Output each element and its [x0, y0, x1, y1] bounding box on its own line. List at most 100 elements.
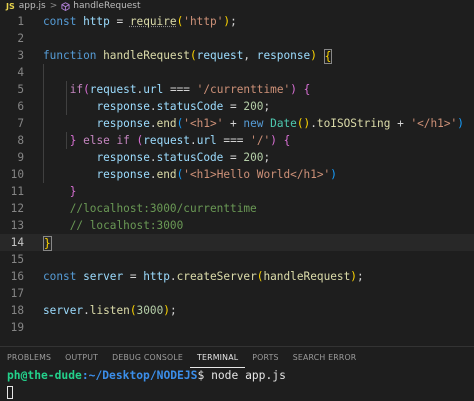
breadcrumb-symbol[interactable]: handleRequest [73, 0, 140, 13]
code-token: ; [356, 270, 364, 283]
code-token: ( [83, 83, 90, 96]
code-line[interactable]: 14} [0, 234, 474, 251]
code-token: if [69, 83, 84, 96]
tab-output[interactable]: OUTPUT [58, 348, 105, 368]
code-token: ( [189, 49, 197, 62]
code-text: response.statusCode = 200; [43, 98, 270, 115]
code-line[interactable]: 6 response.statusCode = 200; [0, 98, 474, 115]
code-token: } [69, 185, 77, 198]
code-token: response [96, 168, 150, 181]
code-line[interactable]: 1 const http = require('http'); [0, 13, 474, 30]
code-line[interactable]: 18 server.listen(3000); [0, 302, 474, 319]
code-token: response [96, 117, 150, 130]
terminal-command: node app.js [211, 369, 286, 382]
prompt-path: ~/Desktop/NODEJS [88, 369, 198, 382]
code-token: request [143, 134, 190, 147]
code-token: . [149, 168, 157, 181]
code-token: handleRequest [103, 49, 190, 62]
code-line[interactable]: 16 const server = http.createServer(handl… [0, 268, 474, 285]
line-number: 16 [10, 270, 24, 283]
code-token: request [196, 49, 244, 62]
terminal[interactable]: ph@the-dude:~/Desktop/NODEJS$ node app.j… [0, 368, 474, 401]
code-line[interactable]: 3 function handleRequest(request, respons… [0, 47, 474, 64]
code-editor[interactable]: 1 const http = require('http'); 2 3 function… [0, 13, 474, 340]
code-text: const server = http.createServer(handleR… [43, 268, 364, 285]
code-token: ; [230, 15, 237, 28]
code-text: function handleRequest(request, response… [43, 47, 333, 64]
code-token: 200 [243, 151, 264, 164]
tab-debug-console[interactable]: DEBUG CONSOLE [105, 348, 190, 368]
code-token: server [43, 304, 84, 317]
function-cube-icon [61, 2, 70, 11]
code-token: toISOString [316, 117, 391, 130]
code-line[interactable]: 2 [0, 30, 474, 47]
line-number: 12 [10, 202, 24, 215]
line-number: 14 [10, 236, 24, 249]
code-token: = [123, 270, 144, 283]
code-line[interactable]: 12 //localhost:3000/currenttime [0, 200, 474, 217]
code-line[interactable]: 9 response.statusCode = 200; [0, 149, 474, 166]
code-token: new [243, 117, 271, 130]
code-token: === [216, 134, 251, 147]
tab-search-error[interactable]: SEARCH ERROR [286, 348, 364, 368]
code-token: listen [89, 304, 130, 317]
tab-terminal[interactable]: TERMINAL [190, 348, 246, 368]
code-text: server.listen(3000); [43, 302, 177, 319]
code-token: 3000 [136, 304, 164, 317]
code-token: ; [263, 151, 271, 164]
code-token: . [149, 117, 157, 130]
line-number: 17 [10, 287, 24, 300]
code-token: function [43, 49, 104, 62]
code-token: + [390, 117, 411, 130]
code-token: url [196, 134, 217, 147]
code-text: } [43, 234, 52, 251]
code-token: ) [290, 83, 297, 96]
code-token: '</h1>' [410, 117, 458, 130]
code-text: if(request.url === '/currenttime') { [43, 81, 311, 98]
terminal-input-line[interactable] [7, 384, 474, 400]
code-token: '/' [250, 134, 271, 147]
line-number: 11 [10, 185, 24, 198]
code-line[interactable]: 13 // localhost:3000 [0, 217, 474, 234]
code-token: { [283, 134, 291, 147]
code-token: ( [129, 304, 137, 317]
breadcrumb-file[interactable]: app.js [19, 0, 46, 13]
code-line[interactable]: 4 [0, 64, 474, 81]
code-token: ) [330, 168, 337, 181]
code-token: , [243, 49, 257, 62]
breadcrumb-separator: > [49, 1, 58, 11]
code-token: 'http' [183, 15, 224, 28]
tab-ports[interactable]: PORTS [245, 348, 285, 368]
code-token: request [89, 83, 137, 96]
code-text: } [43, 183, 77, 200]
code-token: statusCode [156, 100, 224, 113]
code-token: require [129, 15, 177, 28]
code-line[interactable]: 11 } [0, 183, 474, 200]
code-text: const http = require('http'); [43, 13, 237, 30]
code-token: const [43, 270, 84, 283]
line-number: 9 [17, 151, 24, 164]
code-line[interactable]: 10 response.end('<h1>Hello World</h1>') [0, 166, 474, 183]
code-token: end [156, 168, 177, 181]
code-token: . [149, 151, 157, 164]
code-line[interactable]: 19 [0, 319, 474, 336]
code-line[interactable]: 5 if(request.url === '/currenttime') { [0, 81, 474, 98]
code-line[interactable]: 8 } else if (request.url === '/') { [0, 132, 474, 149]
code-token: Date [270, 117, 297, 130]
line-number: 10 [10, 168, 24, 181]
prompt-dollar: $ [197, 369, 212, 382]
line-number: 5 [17, 83, 24, 96]
code-token: . [149, 100, 157, 113]
code-line[interactable]: 7 response.end('<h1>' + new Date().toISO… [0, 115, 474, 132]
code-token: //localhost:3000/currenttime [69, 202, 257, 215]
code-token: . [190, 134, 197, 147]
tab-problems[interactable]: PROBLEMS [0, 348, 58, 368]
code-line[interactable]: 17 [0, 285, 474, 302]
code-token: . [169, 270, 177, 283]
code-token: '<h1>' [183, 117, 224, 130]
code-line[interactable]: 15 [0, 251, 474, 268]
line-number: 2 [17, 32, 24, 45]
